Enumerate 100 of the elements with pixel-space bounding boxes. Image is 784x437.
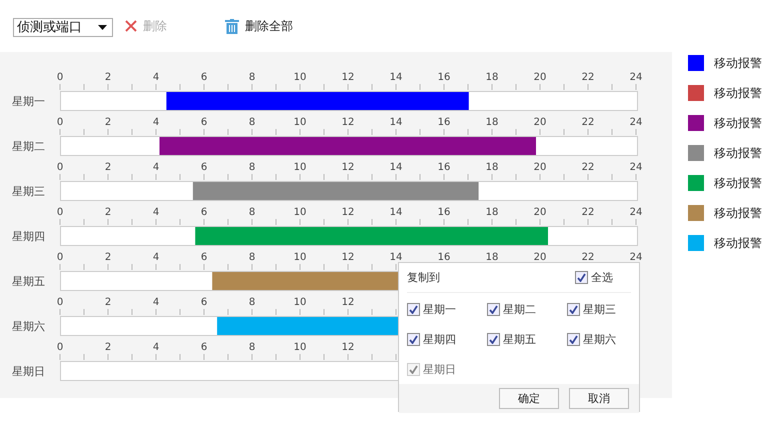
confirm-button[interactable]: 确定: [499, 388, 559, 409]
tick-label: 24: [630, 162, 642, 173]
tick-label: 24: [630, 207, 642, 218]
tick-label: 10: [294, 72, 306, 83]
checkbox-label: 星期三: [583, 302, 616, 316]
tick-label: 4: [152, 117, 160, 128]
tick-label: 6: [200, 162, 208, 173]
tick-label: 14: [390, 207, 402, 218]
tick-label: 10: [294, 252, 306, 263]
tick-label: 6: [200, 72, 208, 83]
timeline-track[interactable]: [60, 226, 638, 246]
tick-label: 16: [438, 252, 450, 263]
checkbox[interactable]: [407, 302, 420, 316]
checkbox[interactable]: [567, 302, 580, 316]
day-label: 星期日: [11, 364, 46, 380]
checkbox[interactable]: [567, 332, 580, 346]
day-label: 星期五: [11, 274, 46, 290]
tick-label: 22: [582, 72, 594, 83]
tick-label: 6: [200, 297, 208, 308]
tick-label: 0: [56, 207, 64, 218]
tick-label: 4: [152, 162, 160, 173]
day-label: 星期四: [11, 229, 46, 245]
detection-select[interactable]: 侦测或端口: [13, 18, 113, 36]
tick-label: 22: [582, 252, 594, 263]
checkbox[interactable]: [407, 332, 420, 346]
checkbox[interactable]: [575, 271, 588, 284]
tick-label: 18: [486, 72, 498, 83]
tick-label: 20: [534, 162, 546, 173]
tick-label: 2: [104, 117, 112, 128]
tick-label: 2: [104, 72, 112, 83]
tick-label: 16: [438, 162, 450, 173]
tick-label: 0: [56, 117, 64, 128]
legend-label: 移动报警: [714, 84, 762, 102]
tick-label: 2: [104, 297, 112, 308]
timeline-track[interactable]: [60, 136, 638, 156]
tick-label: 4: [152, 252, 160, 263]
tick-label: 8: [248, 207, 256, 218]
tick-label: 10: [294, 342, 306, 353]
tick-label: 4: [152, 207, 160, 218]
legend-label: 移动报警: [714, 144, 762, 162]
tick-label: 6: [200, 207, 208, 218]
tick-label: 8: [248, 252, 256, 263]
tick-label: 8: [248, 72, 256, 83]
delete-all-button[interactable]: 删除全部: [225, 18, 293, 34]
tick-label: 4: [152, 72, 160, 83]
checkbox-label: 星期六: [583, 332, 616, 346]
tick-label: 16: [438, 72, 450, 83]
tick-label: 8: [248, 117, 256, 128]
day-label: 星期三: [11, 184, 46, 200]
tick-label: 10: [294, 162, 306, 173]
tick-label: 20: [534, 207, 546, 218]
timeline-track[interactable]: [60, 181, 638, 201]
tick-label: 2: [104, 162, 112, 173]
tick-label: 20: [534, 252, 546, 263]
legend-label: 移动报警: [714, 54, 762, 72]
tick-label: 16: [438, 117, 450, 128]
cancel-button[interactable]: 取消: [569, 388, 629, 409]
tick-label: 8: [248, 162, 256, 173]
tick-label: 24: [630, 252, 642, 263]
timeline-track[interactable]: [60, 91, 638, 111]
tick-label: 10: [294, 207, 306, 218]
tick-label: 14: [390, 162, 402, 173]
tick-label: 4: [152, 297, 160, 308]
tick-label: 6: [200, 342, 208, 353]
tick-label: 22: [582, 162, 594, 173]
tick-label: 18: [486, 252, 498, 263]
tick-label: 12: [342, 117, 354, 128]
dialog-title: 复制到: [407, 270, 440, 285]
tick-label: 12: [342, 297, 354, 308]
tick-label: 0: [56, 342, 64, 353]
tick-label: 24: [630, 117, 642, 128]
tick-label: 12: [342, 207, 354, 218]
tick-label: 22: [582, 117, 594, 128]
tick-label: 0: [56, 162, 64, 173]
checkbox[interactable]: [487, 332, 500, 346]
tick-label: 12: [342, 72, 354, 83]
tick-label: 20: [534, 117, 546, 128]
checkbox-label: 星期四: [423, 332, 456, 346]
checkbox-label: 星期日: [423, 362, 456, 376]
tick-label: 0: [56, 252, 64, 263]
tick-label: 12: [342, 252, 354, 263]
tick-label: 8: [248, 297, 256, 308]
tick-label: 16: [438, 207, 450, 218]
checkbox-label: 星期五: [503, 332, 536, 346]
tick-label: 24: [630, 72, 642, 83]
tick-label: 4: [152, 342, 160, 353]
tick-label: 8: [248, 342, 256, 353]
checkbox[interactable]: [487, 302, 500, 316]
tick-label: 14: [390, 117, 402, 128]
tick-label: 10: [294, 117, 306, 128]
tick-label: 10: [294, 297, 306, 308]
caret-icon: [98, 24, 107, 30]
tick-label: 2: [104, 342, 112, 353]
tick-label: 0: [56, 297, 64, 308]
trash-icon: [225, 18, 239, 34]
tick-label: 2: [104, 207, 112, 218]
tick-label: 22: [582, 207, 594, 218]
tick-label: 0: [56, 72, 64, 83]
tick-label: 6: [200, 117, 208, 128]
legend-label: 移动报警: [714, 204, 762, 222]
